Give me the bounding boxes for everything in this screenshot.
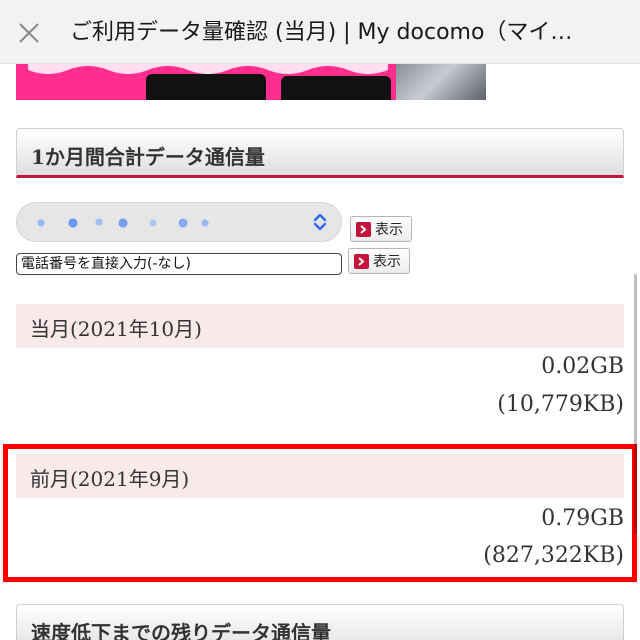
- page-content[interactable]: 1か月間合計データ通信量 表示 表示 当月(2021年10月) 0.02GB (…: [0, 64, 640, 640]
- section-title: 速度低下までの残りデータ通信量: [31, 621, 331, 640]
- section-header-remaining: 速度低下までの残りデータ通信量: [16, 604, 624, 640]
- current-month-usage-gb: 0.02GB: [541, 354, 624, 379]
- previous-month-label: 前月(2021年9月): [30, 467, 190, 491]
- show-button-phone[interactable]: 表示: [348, 248, 410, 274]
- show-button-line[interactable]: 表示: [350, 216, 412, 242]
- close-button[interactable]: [14, 18, 44, 48]
- current-month-header: 当月(2021年10月): [16, 304, 624, 348]
- show-button-label: 表示: [373, 254, 401, 270]
- page-title: ご利用データ量確認 (当月) | My docomo（マイ…: [70, 20, 573, 45]
- scrollbar[interactable]: [634, 274, 637, 534]
- phone-number-input[interactable]: [16, 253, 342, 275]
- banner-device-image: [146, 74, 266, 100]
- previous-month-header: 前月(2021年9月): [16, 454, 624, 498]
- banner-photo: [396, 64, 486, 100]
- promo-banner[interactable]: [16, 64, 486, 100]
- previous-month-usage-kb: (827,322KB): [483, 543, 624, 568]
- section-header-total: 1か月間合計データ通信量: [16, 128, 624, 178]
- close-icon: [19, 23, 39, 43]
- show-button-label: 表示: [375, 222, 403, 238]
- blurred-line-number: [33, 217, 213, 229]
- top-bar: ご利用データ量確認 (当月) | My docomo（マイ…: [0, 0, 640, 64]
- previous-month-usage-gb: 0.79GB: [541, 506, 624, 531]
- current-month-label: 当月(2021年10月): [30, 317, 202, 341]
- arrow-right-icon: [354, 253, 369, 269]
- banner-device-image: [281, 76, 391, 100]
- current-month-usage-kb: (10,779KB): [497, 392, 624, 417]
- section-title: 1か月間合計データ通信量: [31, 145, 265, 169]
- line-select-dropdown[interactable]: [16, 202, 342, 242]
- arrow-right-icon: [356, 221, 371, 237]
- chevron-updown-icon: [313, 213, 327, 231]
